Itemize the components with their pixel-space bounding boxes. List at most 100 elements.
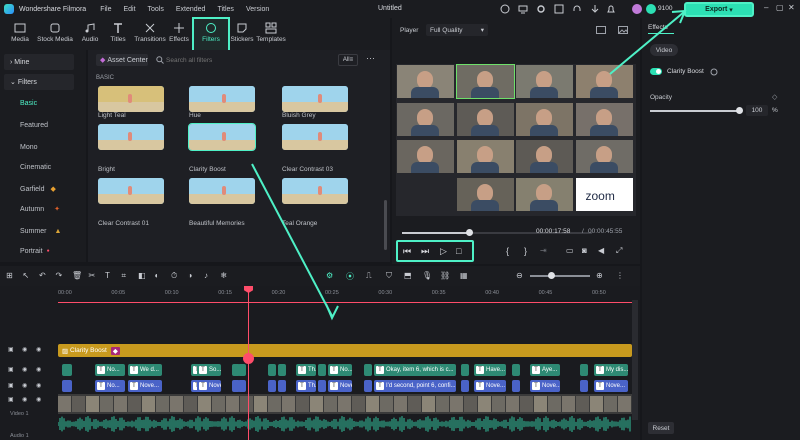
text-clip-segment[interactable] xyxy=(278,364,286,376)
search-input[interactable] xyxy=(166,54,326,66)
zoom-slider[interactable] xyxy=(530,272,590,279)
ai-icon[interactable]: ⚙ xyxy=(326,271,333,280)
text-clip[interactable]: TNove... xyxy=(594,380,628,392)
eye-icon[interactable]: ◉ xyxy=(22,366,27,373)
filter-thumbnail[interactable] xyxy=(188,123,256,151)
link-icon[interactable]: ⛓ xyxy=(440,271,450,280)
text-clip-segment[interactable] xyxy=(318,380,326,392)
sidebar-item-portrait[interactable]: Portrait ● xyxy=(0,242,86,260)
tab-stock-media[interactable]: Stock Media xyxy=(36,22,74,43)
all-filter-dropdown[interactable]: All ≡ xyxy=(338,54,358,66)
opacity-slider[interactable] xyxy=(650,107,743,114)
text-icon[interactable]: T xyxy=(105,271,110,280)
zoom-out-icon[interactable]: ⊖ xyxy=(516,271,523,280)
cloud-icon[interactable] xyxy=(500,4,510,14)
text-clip[interactable]: TNove... xyxy=(530,380,560,392)
sidebar-group-filters[interactable]: ⌄ Filters xyxy=(4,74,74,90)
undo-icon[interactable]: ↶ xyxy=(39,271,46,280)
audio-icon[interactable]: ♪ xyxy=(204,271,208,280)
mark-out-icon[interactable]: } xyxy=(524,246,527,256)
progress-handle[interactable] xyxy=(465,229,473,236)
zoom-slider-handle[interactable] xyxy=(548,272,555,279)
audio-waveform[interactable] xyxy=(58,416,632,432)
text-clip[interactable]: T Have... xyxy=(474,364,506,376)
text-clip[interactable]: TNove... xyxy=(474,380,506,392)
bell-icon[interactable] xyxy=(606,4,616,14)
text-clip[interactable]: TNove... xyxy=(197,380,221,392)
tab-video[interactable]: Video xyxy=(650,44,678,56)
eye-icon[interactable]: ◉ xyxy=(36,382,41,389)
sidebar-item-basic[interactable]: Basic xyxy=(0,94,86,112)
text-clip-segment[interactable] xyxy=(238,364,246,376)
gear-icon[interactable] xyxy=(536,4,546,14)
filter-thumbnail[interactable] xyxy=(282,124,348,150)
download-icon[interactable] xyxy=(590,4,600,14)
reset-button[interactable]: Reset xyxy=(648,422,674,434)
sidebar-item-cinematic[interactable]: Cinematic xyxy=(0,158,86,176)
export-button[interactable]: Export ▾ xyxy=(684,2,754,17)
eye-icon[interactable]: ◉ xyxy=(36,346,41,353)
text-clip[interactable]: TTh... xyxy=(296,380,316,392)
menu-tools[interactable]: Tools xyxy=(148,6,164,13)
redo-icon[interactable]: ↷ xyxy=(56,271,63,280)
tab-effects[interactable]: Effects xyxy=(648,24,674,34)
sidebar-group-mine[interactable]: › Mine xyxy=(4,54,74,70)
keyframe-icon[interactable]: ◇ xyxy=(772,93,777,101)
mask-icon[interactable]: ◐ xyxy=(155,271,160,280)
time-ruler[interactable]: 00:00 00:05 00:10 00:15 00:20 00:25 00:30 00:35… xyxy=(58,286,638,300)
eye-icon[interactable]: ◉ xyxy=(22,346,27,353)
eye-icon[interactable]: ◉ xyxy=(36,396,41,403)
insert-icon[interactable]: ⇥ xyxy=(540,246,547,255)
text-clip[interactable]: T I'd second, point 6, confi... xyxy=(374,380,456,392)
tab-effects[interactable]: Effects xyxy=(164,22,194,43)
menu-extended[interactable]: Extended xyxy=(176,6,206,13)
text-clip-segment[interactable] xyxy=(364,364,372,376)
grid-icon[interactable]: ⊞ xyxy=(6,271,13,280)
lock-icon[interactable]: ▣ xyxy=(8,366,14,373)
display-icon[interactable]: ▭ xyxy=(566,246,574,255)
text-clip-segment[interactable] xyxy=(268,380,276,392)
filter-thumbnail[interactable] xyxy=(189,86,255,112)
sidebar-item-garfield[interactable]: Garfield ◆ xyxy=(0,180,86,198)
menu-file[interactable]: File xyxy=(100,6,111,13)
text-clip-segment[interactable] xyxy=(364,380,372,392)
filter-thumbnail[interactable] xyxy=(189,178,255,204)
text-clip[interactable]: T Okay, item 6, which is c... xyxy=(374,364,456,376)
text-clip-segment[interactable] xyxy=(318,364,326,376)
tab-stickers[interactable]: Stickers xyxy=(228,22,256,43)
filter-thumbnail[interactable] xyxy=(98,178,164,204)
asset-center-button[interactable]: ◆ Asset Center xyxy=(96,54,148,66)
quality-select[interactable]: Full Quality ▾ xyxy=(426,24,488,36)
filter-thumbnail[interactable] xyxy=(98,124,164,150)
text-clip-segment[interactable] xyxy=(580,380,588,392)
close-icon[interactable]: ✕ xyxy=(788,3,795,12)
tab-transitions[interactable]: Transitions xyxy=(132,22,168,43)
text-clip-segment[interactable] xyxy=(512,380,520,392)
eye-icon[interactable]: ◉ xyxy=(22,396,27,403)
text-clip[interactable]: T We d... xyxy=(128,364,162,376)
library-scrollbar[interactable] xyxy=(384,200,387,250)
text-clip-segment[interactable] xyxy=(580,364,588,376)
cut-icon[interactable]: ✂ xyxy=(89,271,96,280)
text-clip[interactable]: T Aye... xyxy=(530,364,560,376)
avatar[interactable] xyxy=(632,4,642,14)
text-clip-segment[interactable] xyxy=(62,380,72,392)
sidebar-item-autumn[interactable]: Autumn ✦ xyxy=(0,200,86,218)
text-clip-segment[interactable] xyxy=(268,364,276,376)
text-clip-segment[interactable] xyxy=(461,380,469,392)
step-forward-icon[interactable]: ⏭ xyxy=(421,246,429,257)
text-clip-segment[interactable] xyxy=(238,380,246,392)
stop-icon[interactable]: □ xyxy=(456,246,461,256)
text-clip[interactable]: T No... xyxy=(95,380,125,392)
sidebar-item-mono[interactable]: Mono xyxy=(0,138,86,156)
text-clip-segment[interactable] xyxy=(461,364,469,376)
mark-in-icon[interactable]: { xyxy=(506,246,509,256)
crop-icon[interactable]: ⌗ xyxy=(122,271,127,281)
timeline-scrollbar[interactable] xyxy=(632,300,638,420)
tab-titles[interactable]: Titles xyxy=(100,22,136,43)
color-icon[interactable]: ◑ xyxy=(188,271,193,280)
text-clip[interactable]: TTh... xyxy=(296,364,316,376)
mic-icon[interactable]: ⦿ xyxy=(346,271,354,282)
shield-icon[interactable]: ⛉ xyxy=(386,271,392,281)
text-clip[interactable]: TNove... xyxy=(128,380,162,392)
